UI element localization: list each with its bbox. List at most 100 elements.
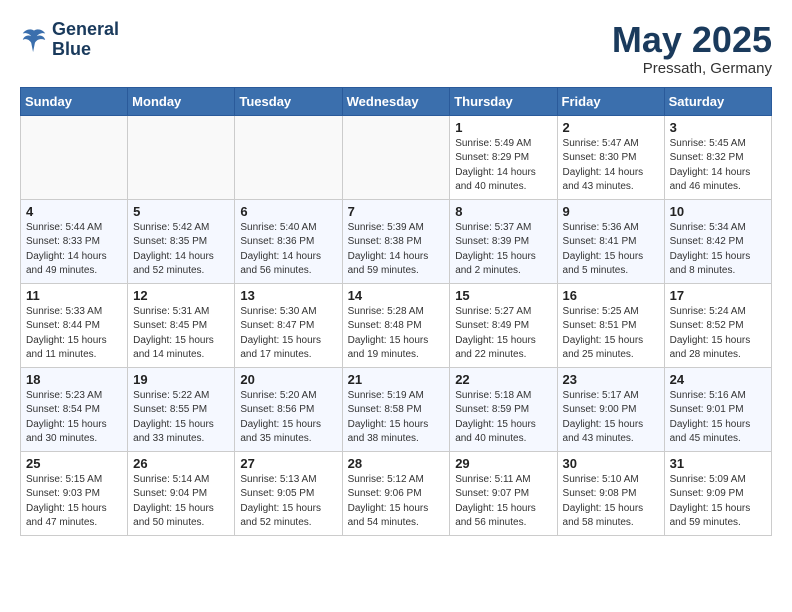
calendar-week-row: 4Sunrise: 5:44 AM Sunset: 8:33 PM Daylig… [21,199,772,283]
day-number: 1 [455,120,551,135]
day-info: Sunrise: 5:45 AM Sunset: 8:32 PM Dayligh… [670,137,766,195]
calendar-cell: 8 Sunrise: 5:37 AM Sunset: 8:39 PM Daylig… [450,199,557,283]
location-subtitle: Pressath, Germany [612,60,772,77]
calendar-cell: 16 Sunrise: 5:25 AM Sunset: 8:51 PM Dayli… [557,283,664,367]
calendar-week-row: 18Sunrise: 5:23 AM Sunset: 8:54 PM Dayli… [21,367,772,451]
day-info: Sunrise: 5:37 AM Sunset: 8:39 PM Dayligh… [455,221,551,279]
calendar-cell: 27Sunrise: 5:13 AM Sunset: 9:05 PM Dayli… [235,451,342,535]
day-info: Sunrise: 5:14 AM Sunset: 9:04 PM Dayligh… [133,473,229,531]
day-info: Sunrise: 5:12 AM Sunset: 9:06 PM Dayligh… [348,473,445,531]
day-info: Sunrise: 5:31 AM Sunset: 8:45 PM Dayligh… [133,305,229,363]
calendar-cell: 24 Sunrise: 5:16 AM Sunset: 9:01 PM Dayli… [664,367,771,451]
day-info: Sunrise: 5:30 AM Sunset: 8:47 PM Dayligh… [240,305,336,363]
day-number: 8 [455,204,551,219]
day-info: Sunrise: 5:16 AM Sunset: 9:01 PM Dayligh… [670,389,766,447]
day-info: Sunrise: 5:18 AM Sunset: 8:59 PM Dayligh… [455,389,551,447]
day-number: 22 [455,372,551,387]
day-info: Sunrise: 5:09 AM Sunset: 9:09 PM Dayligh… [670,473,766,531]
day-number: 31 [670,456,766,471]
calendar-cell: 29 Sunrise: 5:11 AM Sunset: 9:07 PM Dayli… [450,451,557,535]
day-number: 9 [563,204,659,219]
day-number: 13 [240,288,336,303]
calendar-cell [342,115,450,199]
calendar-week-row: 25 Sunrise: 5:15 AM Sunset: 9:03 PM Dayli… [21,451,772,535]
calendar-cell: 25 Sunrise: 5:15 AM Sunset: 9:03 PM Dayli… [21,451,128,535]
day-info: Sunrise: 5:42 AM Sunset: 8:35 PM Dayligh… [133,221,229,279]
day-number: 20 [240,372,336,387]
weekday-header-wednesday: Wednesday [342,87,450,115]
calendar-cell: 11 Sunrise: 5:33 AM Sunset: 8:44 PM Dayli… [21,283,128,367]
day-info: Sunrise: 5:11 AM Sunset: 9:07 PM Dayligh… [455,473,551,531]
calendar-cell: 19Sunrise: 5:22 AM Sunset: 8:55 PM Dayli… [128,367,235,451]
calendar-cell: 3 Sunrise: 5:45 AM Sunset: 8:32 PM Daylig… [664,115,771,199]
calendar-cell: 18Sunrise: 5:23 AM Sunset: 8:54 PM Dayli… [21,367,128,451]
day-info: Sunrise: 5:36 AM Sunset: 8:41 PM Dayligh… [563,221,659,279]
day-info: Sunrise: 5:15 AM Sunset: 9:03 PM Dayligh… [26,473,122,531]
day-info: Sunrise: 5:24 AM Sunset: 8:52 PM Dayligh… [670,305,766,363]
day-info: Sunrise: 5:27 AM Sunset: 8:49 PM Dayligh… [455,305,551,363]
month-title: May 2025 [612,20,772,60]
day-info: Sunrise: 5:39 AM Sunset: 8:38 PM Dayligh… [348,221,445,279]
calendar-header-row: SundayMondayTuesdayWednesdayThursdayFrid… [21,87,772,115]
calendar-cell: 1 Sunrise: 5:49 AM Sunset: 8:29 PM Daylig… [450,115,557,199]
page-header: General Blue May 2025 Pressath, Germany [20,20,772,77]
day-number: 10 [670,204,766,219]
calendar-cell: 26 Sunrise: 5:14 AM Sunset: 9:04 PM Dayli… [128,451,235,535]
logo-icon [20,26,48,54]
day-number: 16 [563,288,659,303]
day-number: 30 [563,456,659,471]
weekday-header-sunday: Sunday [21,87,128,115]
calendar-cell: 14Sunrise: 5:28 AM Sunset: 8:48 PM Dayli… [342,283,450,367]
day-info: Sunrise: 5:47 AM Sunset: 8:30 PM Dayligh… [563,137,659,195]
day-number: 25 [26,456,122,471]
day-info: Sunrise: 5:17 AM Sunset: 9:00 PM Dayligh… [563,389,659,447]
calendar-cell: 5 Sunrise: 5:42 AM Sunset: 8:35 PM Daylig… [128,199,235,283]
calendar-week-row: 1 Sunrise: 5:49 AM Sunset: 8:29 PM Daylig… [21,115,772,199]
day-info: Sunrise: 5:13 AM Sunset: 9:05 PM Dayligh… [240,473,336,531]
day-info: Sunrise: 5:40 AM Sunset: 8:36 PM Dayligh… [240,221,336,279]
calendar-cell: 6Sunrise: 5:40 AM Sunset: 8:36 PM Daylig… [235,199,342,283]
weekday-header-thursday: Thursday [450,87,557,115]
day-info: Sunrise: 5:25 AM Sunset: 8:51 PM Dayligh… [563,305,659,363]
day-number: 29 [455,456,551,471]
calendar-cell: 15 Sunrise: 5:27 AM Sunset: 8:49 PM Dayli… [450,283,557,367]
calendar-table: SundayMondayTuesdayWednesdayThursdayFrid… [20,87,772,536]
day-number: 21 [348,372,445,387]
calendar-cell: 10 Sunrise: 5:34 AM Sunset: 8:42 PM Dayli… [664,199,771,283]
calendar-cell: 13 Sunrise: 5:30 AM Sunset: 8:47 PM Dayli… [235,283,342,367]
calendar-cell [21,115,128,199]
day-number: 3 [670,120,766,135]
day-number: 18 [26,372,122,387]
day-number: 2 [563,120,659,135]
calendar-cell: 4Sunrise: 5:44 AM Sunset: 8:33 PM Daylig… [21,199,128,283]
day-number: 14 [348,288,445,303]
logo: General Blue [20,20,119,60]
day-number: 15 [455,288,551,303]
calendar-cell: 7 Sunrise: 5:39 AM Sunset: 8:38 PM Daylig… [342,199,450,283]
calendar-cell: 22 Sunrise: 5:18 AM Sunset: 8:59 PM Dayli… [450,367,557,451]
day-number: 7 [348,204,445,219]
day-number: 5 [133,204,229,219]
logo-text: General Blue [52,20,119,60]
weekday-header-saturday: Saturday [664,87,771,115]
day-number: 4 [26,204,122,219]
calendar-cell [128,115,235,199]
day-info: Sunrise: 5:10 AM Sunset: 9:08 PM Dayligh… [563,473,659,531]
day-info: Sunrise: 5:34 AM Sunset: 8:42 PM Dayligh… [670,221,766,279]
weekday-header-friday: Friday [557,87,664,115]
calendar-cell: 2 Sunrise: 5:47 AM Sunset: 8:30 PM Daylig… [557,115,664,199]
day-info: Sunrise: 5:49 AM Sunset: 8:29 PM Dayligh… [455,137,551,195]
day-number: 12 [133,288,229,303]
day-number: 11 [26,288,122,303]
day-info: Sunrise: 5:33 AM Sunset: 8:44 PM Dayligh… [26,305,122,363]
day-info: Sunrise: 5:22 AM Sunset: 8:55 PM Dayligh… [133,389,229,447]
day-number: 28 [348,456,445,471]
day-number: 26 [133,456,229,471]
day-info: Sunrise: 5:20 AM Sunset: 8:56 PM Dayligh… [240,389,336,447]
day-number: 24 [670,372,766,387]
calendar-cell: 23Sunrise: 5:17 AM Sunset: 9:00 PM Dayli… [557,367,664,451]
calendar-cell: 17Sunrise: 5:24 AM Sunset: 8:52 PM Dayli… [664,283,771,367]
calendar-cell: 9 Sunrise: 5:36 AM Sunset: 8:41 PM Daylig… [557,199,664,283]
weekday-header-tuesday: Tuesday [235,87,342,115]
calendar-cell: 31 Sunrise: 5:09 AM Sunset: 9:09 PM Dayli… [664,451,771,535]
